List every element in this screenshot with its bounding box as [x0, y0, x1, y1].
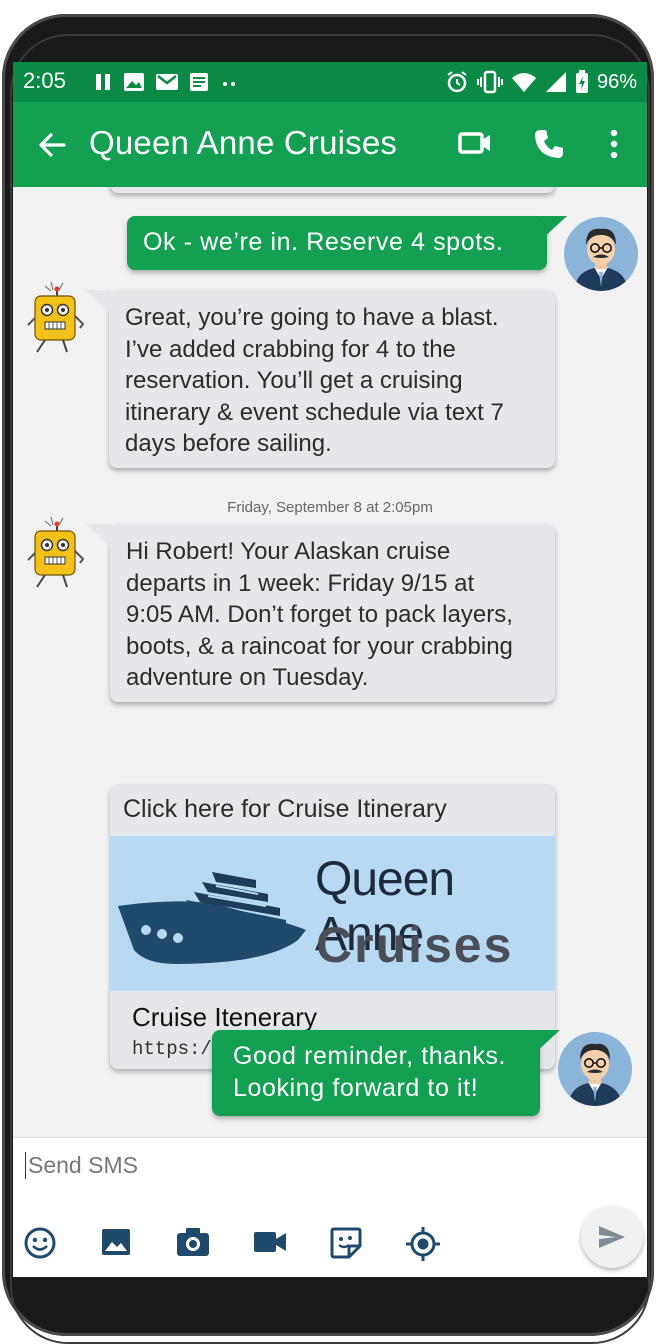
more-dots-icon — [223, 82, 235, 86]
sms-input[interactable]: Send SMS — [25, 1152, 138, 1179]
message-list[interactable]: Ok - we’re in. Reserve 4 spots. Great, y… — [13, 187, 647, 1137]
message-text: Hi Robert! Your Alaskan cruise departs i… — [126, 538, 513, 691]
message-text: Ok - we’re in. Reserve 4 spots. — [143, 228, 504, 256]
gmail-icon — [156, 74, 178, 90]
status-time: 2:05 — [23, 68, 66, 93]
signal-icon — [545, 72, 566, 92]
camera-icon[interactable] — [175, 1226, 211, 1258]
pause-icon — [96, 74, 110, 90]
location-icon[interactable] — [405, 1226, 441, 1262]
bubble-tail — [534, 1030, 560, 1054]
send-icon — [599, 1226, 625, 1248]
conversation-title: Queen Anne Cruises — [89, 124, 398, 161]
battery-icon — [575, 70, 588, 93]
cruise-banner-image[interactable]: Queen Anne Cruises — [110, 836, 555, 991]
overflow-menu-icon[interactable] — [608, 128, 620, 160]
notes-icon — [190, 73, 208, 91]
user-avatar — [558, 1032, 632, 1106]
video-call-icon[interactable] — [458, 128, 492, 158]
wifi-icon — [511, 73, 536, 92]
battery-percent: 96% — [596, 70, 637, 93]
message-composer: Send SMS — [13, 1137, 647, 1277]
incoming-message-bubble[interactable]: Hi Robert! Your Alaskan cruise departs i… — [110, 524, 555, 702]
previous-message-bubble — [110, 187, 555, 193]
alarm-icon — [447, 71, 467, 93]
bot-avatar — [27, 281, 85, 353]
screen: 2:05 96% Queen Anne Cruises Ok - we’re i… — [13, 62, 647, 1277]
vibrate-icon — [476, 70, 503, 94]
bubble-tail — [85, 290, 111, 314]
outgoing-message-bubble[interactable]: Ok - we’re in. Reserve 4 spots. — [127, 216, 547, 270]
brand-name-line2: Cruises — [316, 917, 514, 973]
user-avatar — [564, 217, 638, 291]
emoji-icon[interactable] — [23, 1226, 57, 1260]
message-text: Great, you’re going to have a blast. I’v… — [125, 304, 504, 457]
phone-call-icon[interactable] — [533, 128, 565, 160]
card-cta-text[interactable]: Click here for Cruise Itinerary — [123, 795, 447, 824]
bubble-tail — [86, 524, 112, 548]
message-text: Good reminder, thanks. Looking forward t… — [233, 1042, 507, 1102]
bubble-tail — [541, 216, 567, 240]
sticker-icon[interactable] — [329, 1226, 363, 1260]
video-icon[interactable] — [253, 1226, 287, 1258]
back-arrow-icon[interactable] — [37, 130, 67, 160]
bot-avatar — [27, 516, 85, 588]
link-title[interactable]: Cruise Itenerary — [132, 1002, 317, 1033]
status-bar: 2:05 96% — [13, 62, 647, 102]
ship-logo-icon — [118, 872, 306, 964]
incoming-message-bubble[interactable]: Great, you’re going to have a blast. I’v… — [109, 290, 555, 468]
composer-toolbar — [13, 1226, 647, 1266]
date-separator: Friday, September 8 at 2:05pm — [227, 499, 433, 516]
image-icon — [124, 73, 144, 91]
gallery-icon[interactable] — [100, 1226, 132, 1258]
app-bar: Queen Anne Cruises — [13, 102, 647, 187]
link-preview-card[interactable]: Click here for Cruise Itinerary Queen An… — [110, 784, 555, 1069]
send-button[interactable] — [581, 1206, 643, 1268]
outgoing-message-bubble[interactable]: Good reminder, thanks. Looking forward t… — [212, 1030, 540, 1116]
